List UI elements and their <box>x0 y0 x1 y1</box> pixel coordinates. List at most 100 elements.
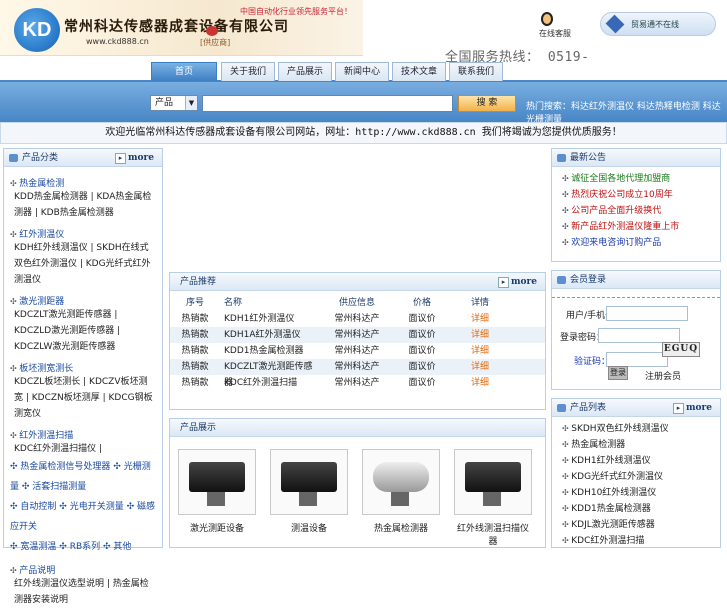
detail-link[interactable]: 详细 <box>450 359 510 375</box>
tab-home[interactable]: 首页 <box>151 62 217 81</box>
cell-name[interactable]: KDC红外测温扫描 <box>220 375 320 391</box>
list-item[interactable]: 热金属检测器 <box>562 437 710 453</box>
cat-link[interactable]: RB系列 <box>70 542 100 552</box>
product-image[interactable] <box>454 449 532 515</box>
tab-articles[interactable]: 技术文章 <box>392 62 446 81</box>
tab-news[interactable]: 新闻中心 <box>335 62 389 81</box>
login-title: 会员登录 <box>570 275 607 285</box>
col-header: 供应信息 <box>338 298 375 308</box>
product-name[interactable]: 热金属检测器 <box>362 521 440 534</box>
search-type-select[interactable]: 产品 ▼ <box>150 95 198 111</box>
cat-group-items[interactable]: KDD热金属检测器 | KDA热金属检测器 | KDB热金属检测器 <box>10 189 156 221</box>
login-button[interactable]: 登录 <box>608 366 628 380</box>
cat-group-title[interactable]: 红外测温扫描 <box>10 428 156 441</box>
list-more-link[interactable]: more <box>673 402 712 414</box>
cat-link[interactable]: 光电开关测量 <box>70 502 124 512</box>
detail-link[interactable]: 详细 <box>450 375 510 391</box>
announce-item[interactable]: 新产品红外测温仪隆重上市 <box>562 219 710 235</box>
announce-text[interactable]: 诚征全国各地代理加盟商 <box>571 174 670 184</box>
product-image[interactable] <box>362 449 440 515</box>
register-link[interactable]: 注册会员 <box>645 369 681 382</box>
list-icon <box>557 404 566 412</box>
logo-banner[interactable]: KD 中国自动化行业领先服务平台！ 常州科达传感器成套设备有限公司 www.ck… <box>0 0 363 56</box>
trade-label: 贸易通不在线 <box>631 20 679 29</box>
list-item[interactable]: KDG光纤式红外测温仪 <box>562 469 710 485</box>
tab-contact[interactable]: 联系我们 <box>449 62 503 81</box>
detail-link[interactable]: 详细 <box>450 327 510 343</box>
table-row[interactable]: 热销款 KDC红外测温扫描 常州科达产 面议价 详细 <box>170 375 545 391</box>
list-item[interactable]: KDH1红外线测温仪 <box>562 453 710 469</box>
username-input[interactable] <box>606 306 688 321</box>
category-more-link[interactable]: more <box>115 152 154 164</box>
detail-link[interactable]: 详细 <box>450 343 510 359</box>
cat-group-items[interactable]: KDCZLT激光测距传感器 | KDCZLD激光测距传感器 | KDCZLW激光… <box>10 307 156 355</box>
cell-name[interactable]: KDCZLT激光测距传感器 <box>220 359 320 388</box>
product-name[interactable]: 红外线测温扫描仪器 <box>454 521 532 547</box>
announce-text[interactable]: 热烈庆祝公司成立10周年 <box>571 190 672 200</box>
cat-group-items[interactable]: 红外线测温仪选型说明 | 热金属检测器安装说明 <box>10 576 156 608</box>
table-row[interactable]: 热销款 KDD1热金属检测器 常州科达产 面议价 详细 <box>170 343 545 359</box>
table-row[interactable]: 热销款 KDCZLT激光测距传感器 常州科达产 面议价 详细 <box>170 359 545 388</box>
product-card[interactable]: 红外线测温扫描仪器 <box>454 449 532 547</box>
notice-bar: 欢迎光临常州科达传感器成套设备有限公司网站，网址：http://www.ckd8… <box>0 122 727 144</box>
cat-group-items[interactable]: KDC红外测温扫描仪 | <box>10 441 156 457</box>
cat-link[interactable]: 活套扫描测量 <box>32 482 86 492</box>
product-card[interactable]: 激光测距设备 <box>178 449 256 547</box>
cell-price: 面议价 <box>408 314 436 324</box>
col-header: 名称 <box>224 298 243 308</box>
search-input[interactable] <box>202 95 453 112</box>
product-card[interactable]: 热金属检测器 <box>362 449 440 547</box>
announce-text[interactable]: 新产品红外测温仪隆重上市 <box>571 222 679 232</box>
online-service-button[interactable]: 在线客服 <box>535 12 590 42</box>
cat-link[interactable]: 宽温测温 <box>20 542 56 552</box>
cat-link[interactable]: 自动控制 <box>20 502 56 512</box>
product-image[interactable] <box>270 449 348 515</box>
category-title: 产品分类 <box>22 153 59 163</box>
cat-group-title[interactable]: 热金属检测 <box>10 176 156 189</box>
cat-group-title[interactable]: 板坯测宽测长 <box>10 361 156 374</box>
cat-group-title[interactable]: 产品说明 <box>10 563 156 576</box>
recommend-panel: 产品推荐more 序号 名称 供应信息 价格 详情 热销款KDH1红外测温仪常州… <box>169 272 546 410</box>
cat-link[interactable]: 其他 <box>113 542 131 552</box>
list-item[interactable]: KDJL激光测距传感器 <box>562 517 710 533</box>
captcha-input[interactable] <box>606 352 668 367</box>
cat-link[interactable]: 热金属检测信号处理器 <box>20 462 110 472</box>
table-row[interactable]: 热销款 KDH1红外测温仪 常州科达产 面议价 详细 <box>170 311 545 327</box>
announce-text[interactable]: 欢迎来电咨询订购产品 <box>571 238 661 248</box>
product-name[interactable]: 测温设备 <box>270 521 348 534</box>
search-button[interactable]: 搜 索 <box>458 95 516 112</box>
recommend-more-link[interactable]: more <box>498 276 537 288</box>
announce-item[interactable]: 诚征全国各地代理加盟商 <box>562 171 710 187</box>
cell-name[interactable]: KDD1热金属检测器 <box>220 343 320 359</box>
list-item[interactable]: SKDH双色红外线测温仪 <box>562 421 710 437</box>
product-image[interactable] <box>178 449 256 515</box>
product-name[interactable]: 激光测距设备 <box>178 521 256 534</box>
list-item[interactable]: KDD1热金属检测器 <box>562 501 710 517</box>
password-input[interactable] <box>598 328 680 343</box>
cell-no: 热销款 <box>181 378 209 388</box>
products-title: 产品展示 <box>180 423 217 433</box>
cat-group-items[interactable]: KDCZL板坯测长 | KDCZV板坯测宽 | KDCZN板坯测厚 | KDCG… <box>10 374 156 422</box>
cat-links-row: ✣ 热金属检测信号处理器 ✣ 光栅测量 ✣ 活套扫描测量 <box>10 462 151 492</box>
list-item[interactable]: KDH10红外线测温仪 <box>562 485 710 501</box>
tab-about[interactable]: 关于我们 <box>221 62 275 81</box>
cell-name[interactable]: KDH1A红外测温仪 <box>220 327 320 343</box>
product-card[interactable]: 测温设备 <box>270 449 348 547</box>
site-subtitle: [供应商] <box>200 38 231 47</box>
announce-item[interactable]: 欢迎来电咨询订购产品 <box>562 235 710 251</box>
cat-group-title[interactable]: 激光测距器 <box>10 294 156 307</box>
detail-link[interactable]: 详细 <box>450 311 510 327</box>
cat-group-title[interactable]: 红外测温仪 <box>10 227 156 240</box>
category-icon <box>9 154 18 162</box>
announce-text[interactable]: 公司产品全面升级换代 <box>571 206 661 216</box>
announce-item[interactable]: 热烈庆祝公司成立10周年 <box>562 187 710 203</box>
list-item[interactable]: KDC红外测温扫描 <box>562 533 710 547</box>
captcha-image[interactable]: EGUQ <box>662 342 700 357</box>
cell-name[interactable]: KDH1红外测温仪 <box>220 311 320 327</box>
cat-group-items[interactable]: KDH红外线测温仪 | SKDH在线式双色红外测温仪 | KDG光纤式红外测温仪 <box>10 240 156 288</box>
table-row[interactable]: 热销款 KDH1A红外测温仪 常州科达产 面议价 详细 <box>170 327 545 343</box>
trade-status-button[interactable]: 贸易通不在线 <box>600 12 716 36</box>
tab-products[interactable]: 产品展示 <box>278 62 332 81</box>
announce-item[interactable]: 公司产品全面升级换代 <box>562 203 710 219</box>
cell-info: 常州科达产 <box>334 330 380 340</box>
